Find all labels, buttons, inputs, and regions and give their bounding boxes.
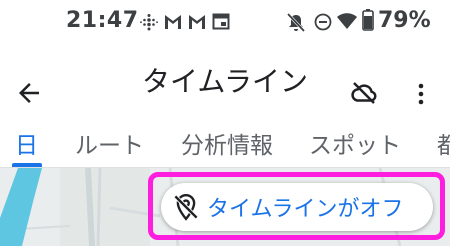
fitbit-icon (140, 13, 158, 35)
tab-places[interactable]: スポット (309, 126, 401, 160)
tab-bar: 日 ルート 分析情報 スポット 都 (0, 116, 450, 168)
page-title: タイムライン (141, 65, 309, 98)
calendar-icon (212, 13, 230, 34)
status-time: 21:47 (66, 8, 139, 33)
wifi-icon (337, 13, 357, 34)
dnd-icon (314, 13, 332, 35)
gmail-icon (187, 13, 207, 34)
gmail-icon (163, 13, 183, 34)
battery-percent: 79% (378, 8, 431, 33)
battery-icon (362, 9, 374, 35)
status-bar: 21:47 79% (0, 0, 450, 44)
timeline-off-label: タイムラインがオフ (207, 197, 404, 222)
mute-icon (286, 12, 306, 36)
tab-routes[interactable]: ルート (75, 126, 144, 160)
tab-day[interactable]: 日 (15, 126, 38, 160)
app-bar: タイムライン (0, 50, 450, 116)
tab-cities[interactable]: 都 (437, 126, 450, 160)
more-options-button[interactable] (414, 80, 428, 108)
more-vert-icon (418, 83, 424, 105)
cloud-off-icon (351, 82, 377, 104)
timeline-off-chip[interactable]: タイムラインがオフ (161, 183, 433, 231)
location-off-icon (173, 193, 199, 221)
cloud-sync-button[interactable] (349, 78, 381, 110)
tab-insights[interactable]: 分析情報 (181, 126, 273, 160)
